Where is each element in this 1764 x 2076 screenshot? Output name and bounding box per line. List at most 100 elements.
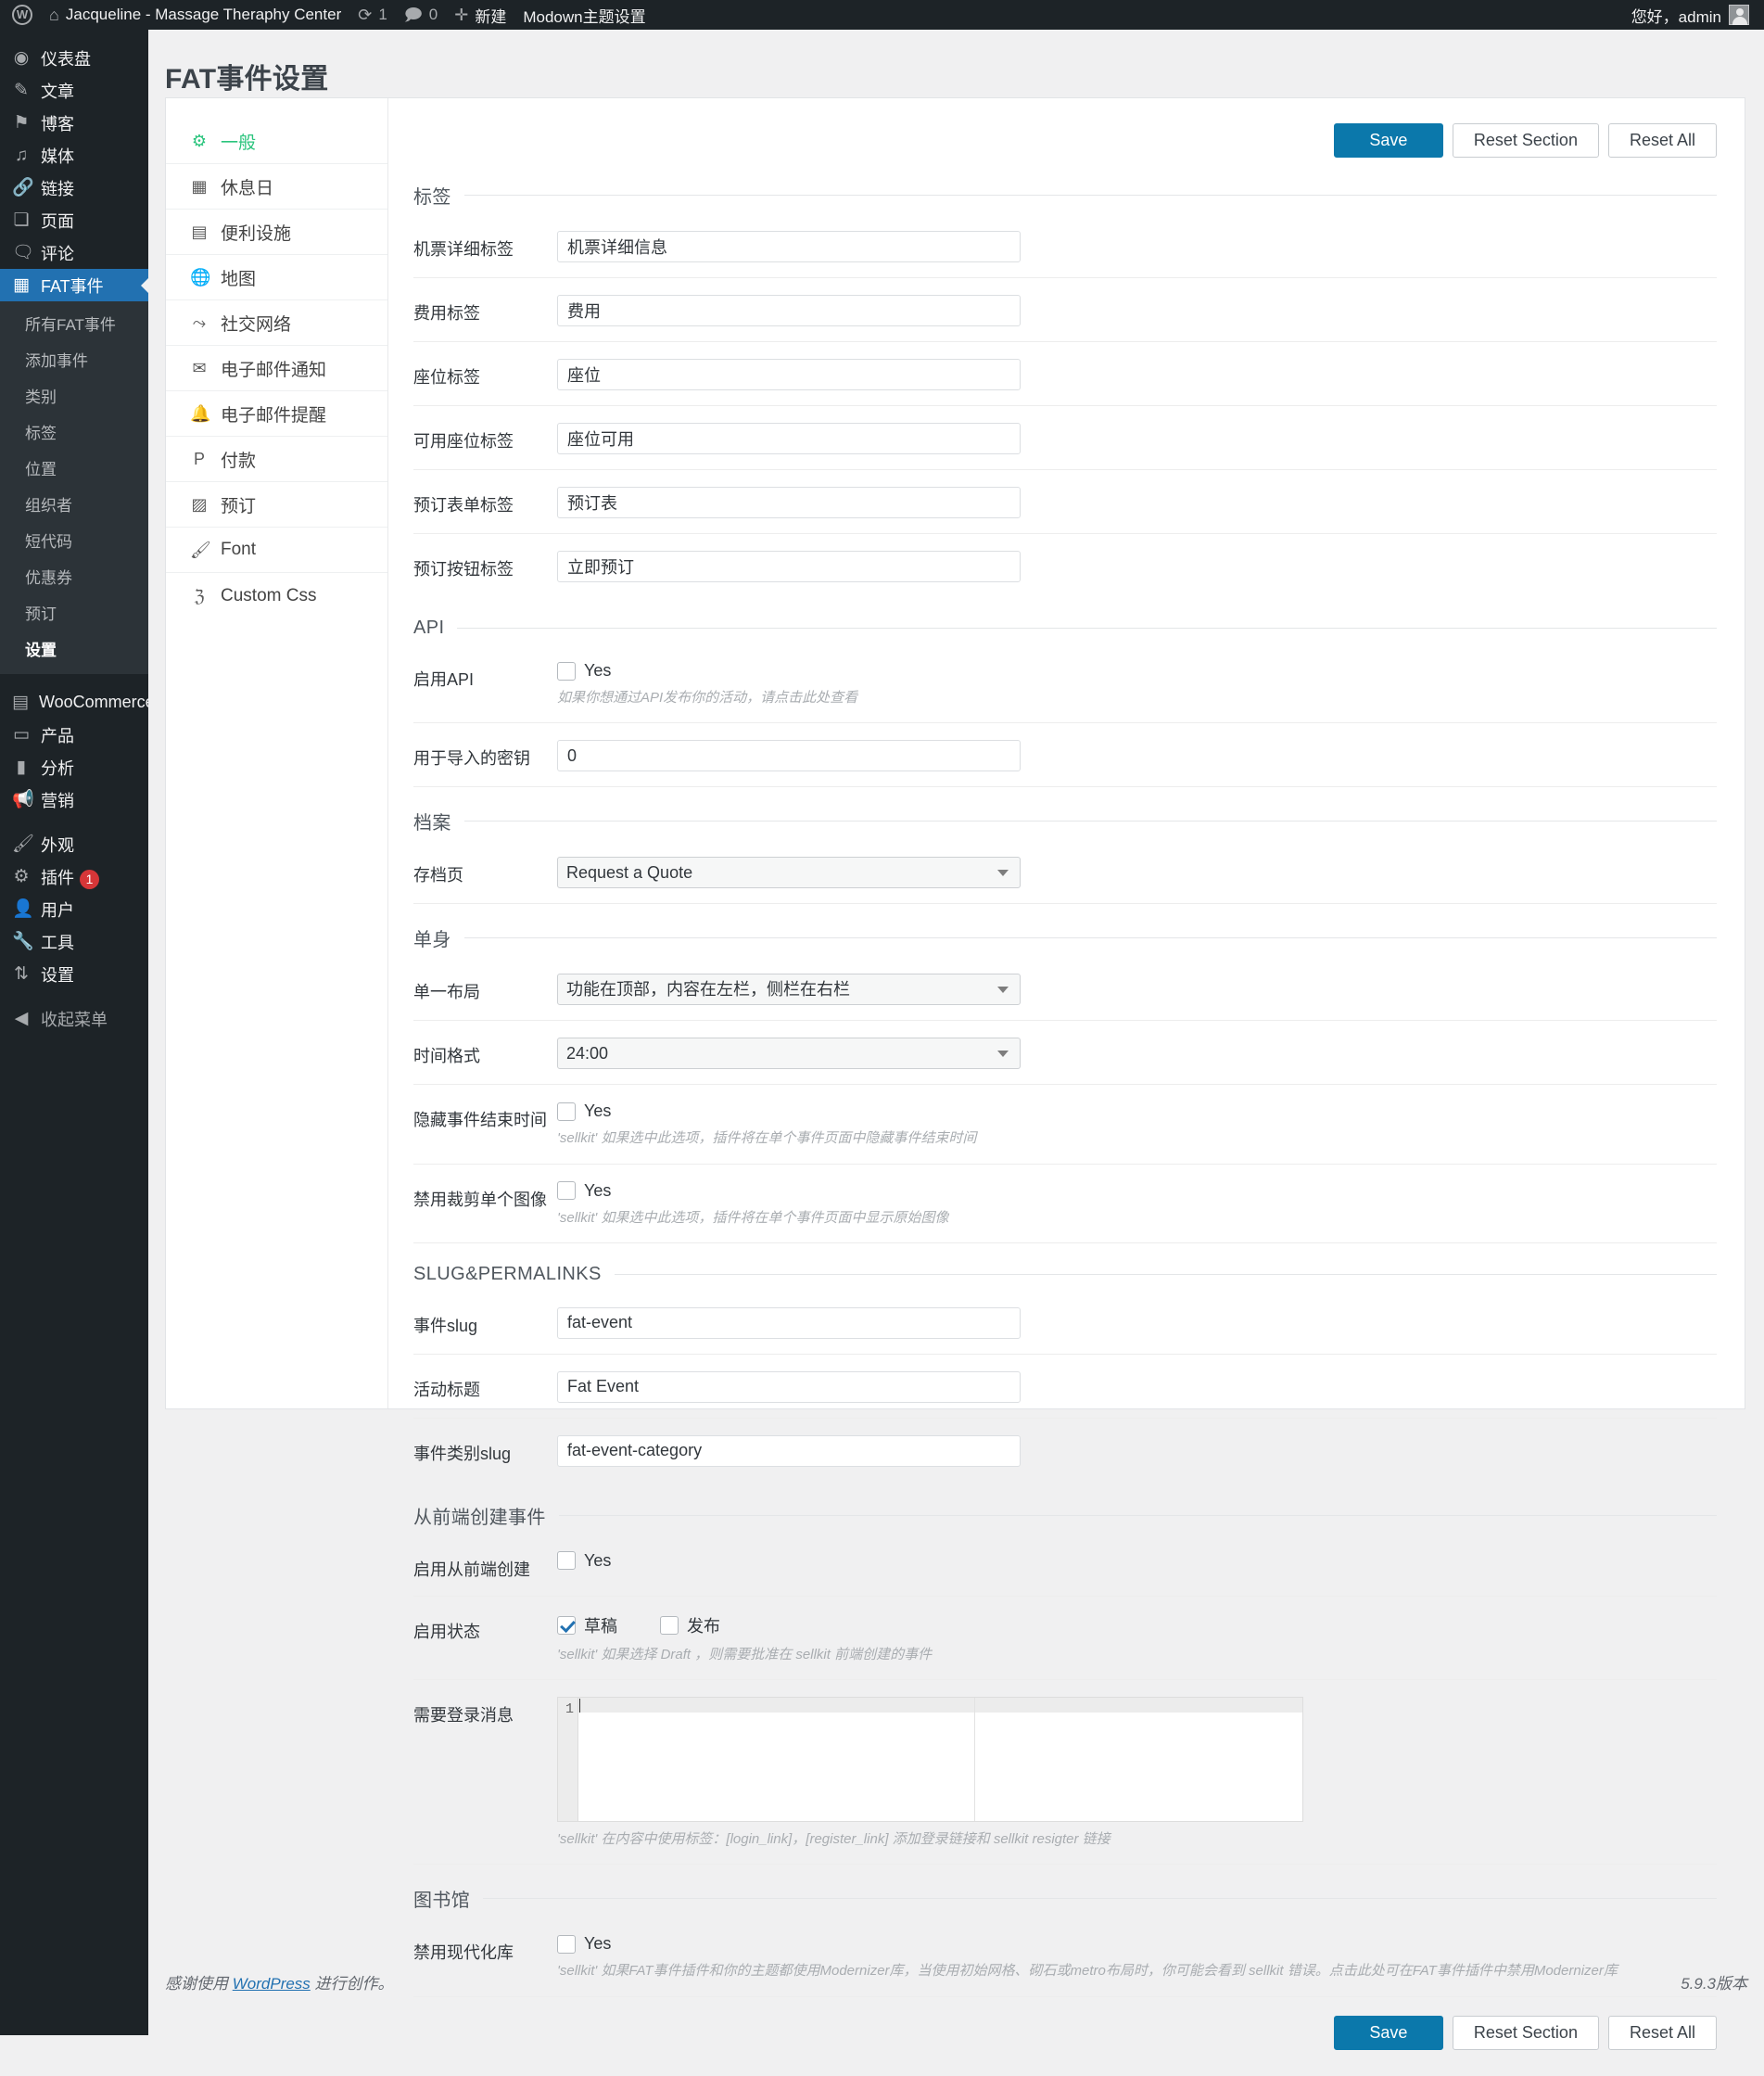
time-format-select[interactable]: 24:00 [557, 1038, 1021, 1070]
site-name-button[interactable]: ⌂ Jacqueline - Massage Theraphy Center [41, 0, 349, 30]
label-field-input-5[interactable] [557, 551, 1021, 582]
label-field-input-1[interactable] [557, 295, 1021, 326]
control-disable-crop: Yes 'sellkit' 如果选中此选项，插件将在单个事件页面中显示原始图像 [557, 1181, 1717, 1228]
section-title-labels: 标签 [413, 187, 451, 208]
theme-settings-button[interactable]: Modown主题设置 [514, 0, 654, 30]
wordpress-link[interactable]: WordPress [233, 1975, 311, 1993]
wordpress-logo-icon [12, 5, 32, 25]
save-button-bottom[interactable]: Save [1333, 2015, 1443, 2050]
label-label-field-0: 机票详细标签 [413, 240, 514, 259]
menu-item-博客[interactable]: ⚑ 博客 [0, 107, 148, 139]
submenu-item-添加事件[interactable]: 添加事件 [0, 341, 148, 377]
disable-crop-checkbox[interactable] [557, 1181, 576, 1200]
tab-font[interactable]: 🖌 Font [166, 528, 387, 573]
wordpress-logo-button[interactable] [0, 0, 41, 30]
label-disable-crop: 禁用裁剪单个图像 [413, 1190, 547, 1209]
footer-version: 5.9.3版本 [1681, 1975, 1747, 1993]
menu-item-label: FAT事件 [41, 276, 104, 296]
admin-bar: ⌂ Jacqueline - Massage Theraphy Center ⟳… [0, 0, 1764, 30]
disable-modernizr-checkbox[interactable] [557, 1934, 576, 1954]
collapse-icon: ◀ [14, 1009, 29, 1028]
menu-item-产品[interactable]: ▭ 产品 [0, 719, 148, 751]
menu-item-评论[interactable]: 🗨 评论 [0, 236, 148, 269]
menu-item-链接[interactable]: 🔗 链接 [0, 172, 148, 204]
page-title: FAT事件设置 [165, 64, 329, 95]
section-title-archive: 档案 [413, 813, 451, 834]
menu-item-插件[interactable]: ⚙ 插件 1 [0, 860, 148, 893]
top-action-buttons: Save Reset Section Reset All [413, 98, 1717, 161]
archive-page-select[interactable]: Request a Quote [557, 857, 1021, 889]
status-publish-checkbox[interactable] [660, 1615, 679, 1635]
submenu-item-标签[interactable]: 标签 [0, 414, 148, 450]
reset-all-button-top[interactable]: Reset All [1607, 123, 1717, 158]
single-layout-select[interactable]: 功能在顶部，内容在左栏，侧栏在右栏 [557, 974, 1021, 1006]
tab-custom-css[interactable]: ℨ Custom Css [166, 573, 387, 618]
menu-item-工具[interactable]: 🔧 工具 [0, 925, 148, 958]
label-field-input-2[interactable] [557, 359, 1021, 390]
enable-api-checkbox[interactable] [557, 661, 576, 681]
submenu-item-短代码[interactable]: 短代码 [0, 522, 148, 558]
tab-预订[interactable]: ▨ 预订 [166, 482, 387, 528]
submenu-item-预订[interactable]: 预订 [0, 594, 148, 630]
tab-一般[interactable]: ⚙ 一般 [166, 119, 387, 164]
submenu-item-所有FAT事件[interactable]: 所有FAT事件 [0, 305, 148, 341]
updates-count: 1 [378, 6, 387, 23]
submenu-item-设置[interactable]: 设置 [0, 630, 148, 667]
admin-footer: 感谢使用 WordPress 进行创作。 5.9.3版本 [165, 1970, 1747, 1993]
editor-code-area[interactable] [578, 1698, 1302, 1821]
menu-item-label: 页面 [41, 211, 74, 231]
menu-item-woocommerce[interactable]: ▤ WooCommerce [0, 686, 155, 719]
new-content-label: 新建 [475, 7, 507, 26]
tab-便利设施[interactable]: ▤ 便利设施 [166, 210, 387, 255]
reset-section-button-bottom[interactable]: Reset Section [1452, 2015, 1599, 2050]
menu-item-用户[interactable]: 👤 用户 [0, 893, 148, 925]
comments-button[interactable]: 🗩 0 [396, 0, 446, 30]
collapse-menu-button[interactable]: ◀ 收起菜单 [0, 1002, 148, 1035]
tab-休息日[interactable]: ▦ 休息日 [166, 164, 387, 210]
control-label-field-0 [557, 231, 1717, 262]
submenu-item-组织者[interactable]: 组织者 [0, 486, 148, 522]
menu-item-外观[interactable]: 🖌 外观 [0, 828, 148, 860]
menu-item-营销[interactable]: 📢 营销 [0, 783, 148, 816]
tab-label: Custom Css [221, 585, 317, 605]
enable-frontend-checkbox[interactable] [557, 1551, 576, 1571]
updates-button[interactable]: ⟳ 1 [349, 0, 396, 30]
tab-电子邮件通知[interactable]: ✉ 电子邮件通知 [166, 346, 387, 391]
menu-item-页面[interactable]: ❏ 页面 [0, 204, 148, 236]
menu-item-文章[interactable]: ✎ 文章 [0, 74, 148, 107]
slug-field-input-0[interactable] [557, 1306, 1021, 1339]
menu-spacer-4 [0, 990, 148, 1002]
tab-电子邮件提醒[interactable]: 🔔 电子邮件提醒 [166, 391, 387, 437]
archive-page-select-wrap: Request a Quote [557, 857, 1021, 889]
row-slug-field-2: 事件类别slug [413, 1419, 1717, 1482]
label-field-input-4[interactable] [557, 487, 1021, 518]
hide-end-time-checkbox[interactable] [557, 1102, 576, 1121]
submenu-item-类别[interactable]: 类别 [0, 377, 148, 414]
label-field-input-0[interactable] [557, 231, 1021, 262]
save-button-top[interactable]: Save [1333, 123, 1443, 158]
menu-item-分析[interactable]: ▮ 分析 [0, 751, 148, 783]
tab-地图[interactable]: 🌐 地图 [166, 255, 387, 300]
import-key-input[interactable] [557, 740, 1021, 772]
tab-社交网络[interactable]: ⤳ 社交网络 [166, 300, 387, 346]
menu-item-fat事件[interactable]: ▦ FAT事件 [0, 269, 148, 301]
slug-field-input-2[interactable] [557, 1434, 1021, 1467]
account-menu[interactable]: 您好，admin [1631, 4, 1764, 27]
submenu-item-优惠券[interactable]: 优惠券 [0, 558, 148, 594]
slug-field-input-1[interactable] [557, 1370, 1021, 1403]
users-icon: 👤 [12, 899, 34, 919]
label-field-input-3[interactable] [557, 423, 1021, 454]
menu-item-设置[interactable]: ⇅ 设置 [0, 958, 148, 990]
tab-付款[interactable]: P 付款 [166, 437, 387, 482]
menu-item-仪表盘[interactable]: ◉ 仪表盘 [0, 42, 148, 74]
login-message-code-editor[interactable]: 1 [557, 1697, 1303, 1822]
submenu-item-位置[interactable]: 位置 [0, 450, 148, 486]
row-label-field-4: 预订表单标签 [413, 470, 1717, 534]
reset-all-button-bottom[interactable]: Reset All [1607, 2015, 1717, 2050]
link-icon: 🔗 [12, 178, 34, 197]
new-content-button[interactable]: ✛ 新建 [446, 0, 514, 30]
menu-item-媒体[interactable]: ♫ 媒体 [0, 139, 148, 172]
reset-section-button-top[interactable]: Reset Section [1452, 123, 1599, 158]
home-icon: ⌂ [49, 6, 59, 24]
status-draft-checkbox[interactable] [557, 1615, 576, 1635]
